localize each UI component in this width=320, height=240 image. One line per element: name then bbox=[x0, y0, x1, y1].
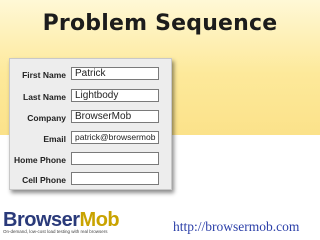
logo-tagline: On-demand, low-cost load testing with re… bbox=[3, 229, 108, 234]
home-phone-label: Home Phone bbox=[14, 155, 66, 165]
cell-phone-field[interactable] bbox=[71, 172, 159, 185]
logo-text-browser: Browser bbox=[3, 209, 80, 231]
email-field[interactable]: patrick@browsermob bbox=[71, 131, 159, 144]
cell-phone-label: Cell Phone bbox=[22, 175, 66, 185]
company-field[interactable]: BrowserMob bbox=[71, 110, 159, 123]
last-name-field[interactable]: Lightbody bbox=[71, 89, 159, 102]
company-label: Company bbox=[27, 113, 66, 123]
first-name-field[interactable]: Patrick bbox=[71, 67, 159, 80]
first-name-label: First Name bbox=[22, 70, 66, 80]
last-name-label: Last Name bbox=[23, 92, 66, 102]
slide-title: Problem Sequence bbox=[42, 11, 278, 36]
logo-text-mob: Mob bbox=[79, 209, 120, 231]
form-panel: First Name Patrick Last Name Lightbody C… bbox=[9, 58, 172, 190]
website-link[interactable]: http://browsermob.com bbox=[173, 219, 299, 235]
email-label: Email bbox=[43, 134, 66, 144]
home-phone-field[interactable] bbox=[71, 152, 159, 165]
